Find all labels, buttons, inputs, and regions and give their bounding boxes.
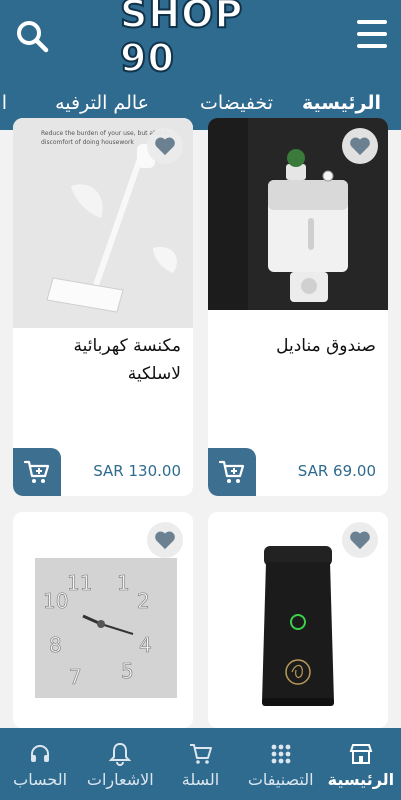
nav-account[interactable]: الحساب	[0, 728, 80, 800]
product-name: صندوق مناديل	[276, 336, 376, 356]
headset-icon	[29, 742, 51, 766]
tab-partial[interactable]: ال	[0, 74, 7, 130]
favorite-heart-icon[interactable]	[147, 128, 183, 164]
nav-home[interactable]: الرئيسية	[321, 728, 401, 800]
favorite-heart-icon[interactable]	[342, 522, 378, 558]
svg-text:discomfort of doing housework: discomfort of doing housework	[41, 139, 134, 146]
bottom-navigation: الرئيسية التصنيفات السلة الاشعارات الحسا…	[0, 728, 401, 800]
grid-icon	[270, 742, 292, 766]
nav-notifications[interactable]: الاشعارات	[80, 728, 160, 800]
shop-logo[interactable]: SHOP 90	[119, 0, 280, 81]
svg-text:2: 2	[137, 589, 150, 613]
svg-text:8: 8	[49, 633, 62, 657]
app-header: SHOP 90	[0, 0, 401, 81]
product-card[interactable]: Reduce the burden of your use, but also …	[13, 118, 193, 496]
favorite-heart-icon[interactable]	[147, 522, 183, 558]
product-name: مكنسة كهربائية لاسلكية	[73, 336, 181, 384]
product-price: SAR 130.00	[93, 462, 181, 480]
nav-label: الرئيسية	[327, 770, 395, 789]
svg-text:1: 1	[117, 571, 130, 595]
nav-label: السلة	[181, 770, 220, 789]
logo-text: SHOP 90	[119, 0, 244, 81]
add-to-cart-button[interactable]	[208, 448, 256, 496]
nav-categories[interactable]: التصنيفات	[241, 728, 321, 800]
favorite-heart-icon[interactable]	[342, 128, 378, 164]
product-card[interactable]	[208, 512, 388, 728]
cart-icon	[189, 742, 213, 766]
svg-text:10: 10	[43, 589, 68, 613]
bell-icon	[109, 742, 132, 766]
nav-label: الحساب	[13, 770, 68, 789]
product-price: SAR 69.00	[297, 462, 376, 480]
search-icon[interactable]	[14, 18, 50, 54]
nav-label: التصنيفات	[247, 770, 314, 789]
product-card[interactable]: صندوق مناديل SAR 69.00	[208, 118, 388, 496]
hamburger-menu-icon[interactable]	[357, 20, 387, 48]
nav-label: الاشعارات	[86, 770, 154, 789]
add-to-cart-button[interactable]	[13, 448, 61, 496]
svg-text:7: 7	[69, 665, 82, 689]
product-card[interactable]: 11 1 10 2 8 4 7 5	[13, 512, 193, 728]
svg-text:5: 5	[121, 659, 134, 683]
svg-text:4: 4	[139, 633, 152, 657]
svg-text:11: 11	[67, 571, 92, 595]
store-icon	[349, 742, 373, 766]
nav-cart[interactable]: السلة	[160, 728, 240, 800]
